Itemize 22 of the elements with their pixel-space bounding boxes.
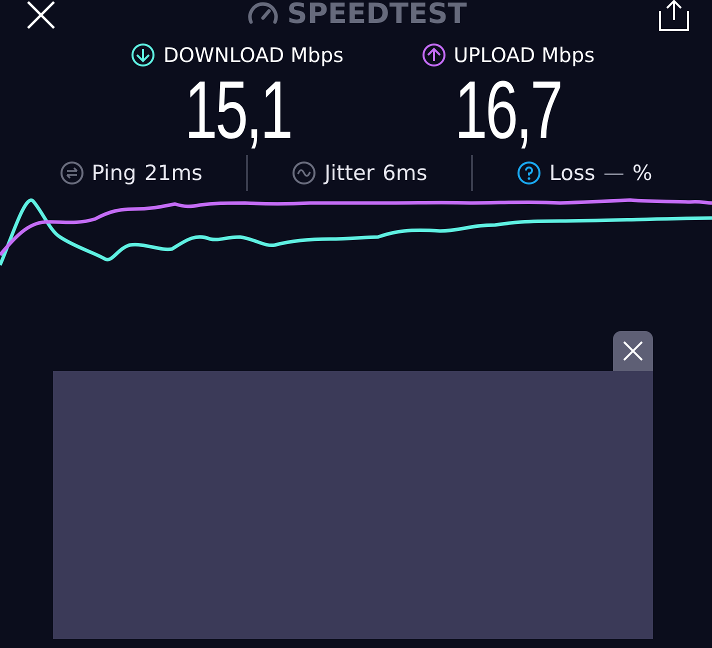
share-icon xyxy=(658,0,690,32)
loss-unit: % xyxy=(632,161,652,185)
gauge-icon xyxy=(247,0,280,26)
close-icon xyxy=(26,0,56,30)
jitter-label: Jitter xyxy=(324,161,375,185)
ping-value: 21ms xyxy=(144,161,202,185)
download-speed: 15,1 xyxy=(184,65,291,157)
download-label: DOWNLOAD Mbps xyxy=(163,43,344,67)
jitter-value: 6ms xyxy=(382,161,428,185)
wave-icon xyxy=(292,161,316,185)
upload-label: UPLOAD Mbps xyxy=(454,43,595,67)
app-title: SPEEDTEST xyxy=(287,0,467,30)
help-icon xyxy=(517,161,542,185)
loss-label: Loss xyxy=(549,161,596,185)
loss-value: — xyxy=(603,161,624,185)
close-icon xyxy=(622,340,644,362)
share-button[interactable] xyxy=(658,0,690,32)
upload-speed: 16,7 xyxy=(454,65,562,157)
ping-icon xyxy=(60,161,84,185)
close-button[interactable] xyxy=(26,0,56,30)
close-ad-button[interactable] xyxy=(613,331,653,371)
ping-label: Ping xyxy=(92,161,136,185)
